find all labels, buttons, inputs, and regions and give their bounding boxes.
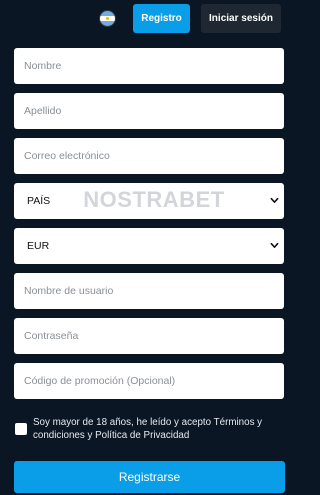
login-button[interactable]: Iniciar sesión — [201, 4, 281, 33]
username-input[interactable] — [14, 273, 284, 309]
email-input[interactable] — [14, 138, 284, 174]
terms-consent: Soy mayor de 18 años, he leído y acepto … — [14, 416, 286, 446]
promo-code-input[interactable] — [14, 363, 284, 399]
chevron-down-icon — [270, 242, 279, 248]
chevron-down-icon — [270, 197, 279, 203]
first-name-input[interactable] — [14, 48, 284, 84]
country-select[interactable]: PAÍS — [14, 183, 284, 219]
argentina-flag-icon[interactable] — [100, 11, 115, 26]
submit-register-button[interactable]: Registrarse — [14, 461, 285, 493]
country-select-value: PAÍS — [27, 195, 51, 207]
register-button[interactable]: Registro — [133, 4, 190, 33]
password-input[interactable] — [14, 318, 284, 354]
currency-select[interactable]: EUR — [14, 228, 284, 264]
terms-checkbox[interactable] — [15, 423, 27, 435]
terms-label: Soy mayor de 18 años, he leído y acepto … — [33, 417, 263, 441]
last-name-input[interactable] — [14, 93, 284, 129]
currency-select-value: EUR — [27, 240, 50, 252]
top-bar: Registro Iniciar sesión — [0, 0, 300, 36]
